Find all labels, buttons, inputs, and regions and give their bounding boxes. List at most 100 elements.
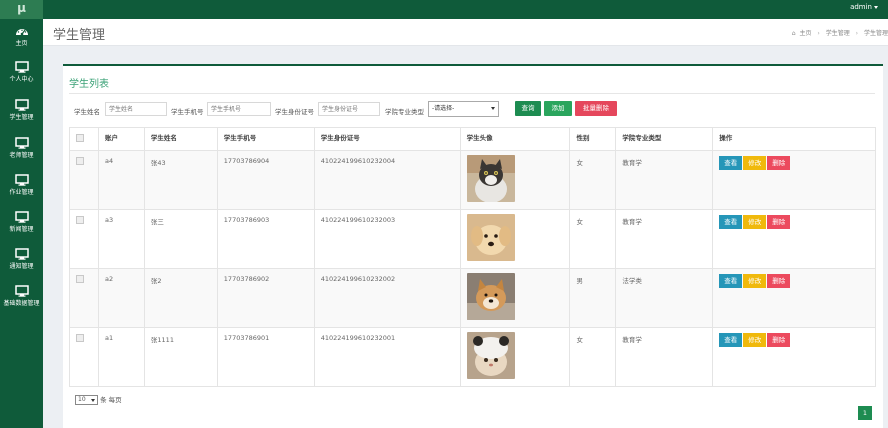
sidebar-item-label: 新闻管理 xyxy=(9,226,34,233)
row-select-cell xyxy=(69,150,99,210)
edit-button[interactable]: 修改 xyxy=(743,215,767,229)
student-table: 账户 学生姓名 学生手机号 学生身份证号 学生头像 性别 学院专业类型 操作 a… xyxy=(69,127,876,387)
monitor-icon xyxy=(14,285,29,297)
phone-search-input[interactable] xyxy=(207,102,271,116)
sidebar-item-profile[interactable]: 个人中心 xyxy=(0,57,43,93)
row-select-cell xyxy=(69,209,99,269)
account-cell: a4 xyxy=(97,150,145,210)
chevron-down-icon xyxy=(91,399,95,402)
sidebar-item-base-data[interactable]: 基础数据管理 xyxy=(0,281,43,317)
sidebar-item-students[interactable]: 学生管理 xyxy=(0,95,43,131)
column-header[interactable]: 学生姓名 xyxy=(143,127,218,151)
caret-down-icon xyxy=(874,5,878,9)
row-checkbox[interactable] xyxy=(76,157,84,165)
column-header[interactable]: 学院专业类型 xyxy=(615,127,714,151)
query-button[interactable]: 查询 xyxy=(515,101,541,116)
delete-button[interactable]: 删除 xyxy=(767,215,791,229)
avatar-cell xyxy=(459,327,571,387)
delete-button[interactable]: 删除 xyxy=(767,274,791,288)
sidebar-item-label: 基础数据管理 xyxy=(3,300,40,307)
panel-title: 学生列表 xyxy=(69,79,109,90)
sidebar-item-homework[interactable]: 作业管理 xyxy=(0,170,43,206)
breadcrumb-home[interactable]: 主页 xyxy=(799,30,811,37)
actions-cell: 查看 修改 删除 xyxy=(712,150,876,210)
sidebar-item-teachers[interactable]: 老师管理 xyxy=(0,133,43,169)
id-card-cell: 410224199610232001 xyxy=(313,327,461,387)
monitor-icon xyxy=(14,99,29,111)
add-button[interactable]: 添加 xyxy=(544,101,572,116)
row-checkbox[interactable] xyxy=(76,216,84,224)
app-logo[interactable]: μ xyxy=(0,0,43,19)
pagination-page-1[interactable]: 1 xyxy=(858,406,872,420)
major-cell: 教育学 xyxy=(615,150,714,210)
view-button[interactable]: 查看 xyxy=(719,215,743,229)
major-select[interactable]: -请选择- xyxy=(428,101,499,117)
table-header-row: 账户 学生姓名 学生手机号 学生身份证号 学生头像 性别 学院专业类型 操作 xyxy=(69,127,876,151)
gender-cell: 女 xyxy=(569,327,617,387)
row-select-cell xyxy=(69,327,99,387)
id-card-cell: 410224199610232003 xyxy=(313,209,461,269)
monitor-icon xyxy=(14,61,29,73)
page-size-control: 10 条 每页 xyxy=(75,394,122,405)
sidebar-item-home[interactable]: 主页 xyxy=(0,21,43,57)
monitor-icon xyxy=(14,137,29,149)
page-title: 学生管理 xyxy=(53,28,106,43)
sidebar-item-label: 学生管理 xyxy=(9,114,34,121)
major-cell: 教育学 xyxy=(615,327,714,387)
sidebar-item-label: 老师管理 xyxy=(9,152,34,159)
name-cell: 张2 xyxy=(143,268,218,328)
gender-cell: 男 xyxy=(569,268,617,328)
row-checkbox[interactable] xyxy=(76,334,84,342)
id-card-search-input[interactable] xyxy=(318,102,380,116)
view-button[interactable]: 查看 xyxy=(719,333,743,347)
view-button[interactable]: 查看 xyxy=(719,274,743,288)
student-avatar-puppy[interactable] xyxy=(466,214,515,261)
home-icon: ⌂ xyxy=(791,30,796,37)
student-avatar-shiba[interactable] xyxy=(466,273,515,320)
major-cell: 教育学 xyxy=(615,209,714,269)
gender-cell: 女 xyxy=(569,209,617,269)
name-cell: 张1111 xyxy=(143,327,218,387)
column-header[interactable]: 性别 xyxy=(569,127,617,151)
edit-button[interactable]: 修改 xyxy=(743,274,767,288)
edit-button[interactable]: 修改 xyxy=(743,333,767,347)
delete-button[interactable]: 删除 xyxy=(767,333,791,347)
avatar-cell xyxy=(459,209,571,269)
row-checkbox[interactable] xyxy=(76,275,84,283)
user-name: admin xyxy=(850,3,872,11)
column-header[interactable]: 学生身份证号 xyxy=(313,127,461,151)
avatar-cell xyxy=(459,150,571,210)
student-avatar-cat[interactable] xyxy=(466,155,515,202)
student-avatar-cat-hat[interactable] xyxy=(466,332,515,379)
table-row: a4 张43 17703786904 410224199610232004 女 … xyxy=(69,150,876,210)
sidebar-item-notices[interactable]: 通知管理 xyxy=(0,244,43,280)
select-all-cell xyxy=(69,127,99,151)
select-all-checkbox[interactable] xyxy=(76,134,84,142)
table-row: a3 张三 17703786903 410224199610232003 女 教… xyxy=(69,209,876,269)
avatar-cell xyxy=(459,268,571,328)
delete-button[interactable]: 删除 xyxy=(767,156,791,170)
sidebar-item-news[interactable]: 新闻管理 xyxy=(0,207,43,243)
page-header: 学生管理 ⌂ 主页 › 学生管理 › 学生管理 xyxy=(43,19,888,46)
column-header[interactable]: 学生头像 xyxy=(459,127,571,151)
user-menu[interactable]: admin xyxy=(850,2,878,12)
gender-cell: 女 xyxy=(569,150,617,210)
breadcrumb-section[interactable]: 学生管理 xyxy=(826,30,850,37)
sidebar: 主页 个人中心 学生管理 老师管理 作业管理 新闻管理 通知管理 基础数据管理 xyxy=(0,19,43,428)
row-select-cell xyxy=(69,268,99,328)
column-header[interactable]: 账户 xyxy=(97,127,145,151)
phone-cell: 17703786903 xyxy=(216,209,315,269)
monitor-icon xyxy=(14,174,29,186)
column-header[interactable]: 学生手机号 xyxy=(216,127,315,151)
batch-delete-button[interactable]: 批量删除 xyxy=(575,101,617,116)
edit-button[interactable]: 修改 xyxy=(743,156,767,170)
monitor-icon xyxy=(14,248,29,260)
page-size-select[interactable]: 10 xyxy=(75,395,98,405)
name-cell: 张43 xyxy=(143,150,218,210)
dashboard-icon xyxy=(15,29,28,36)
name-search-input[interactable] xyxy=(105,102,167,116)
actions-cell: 查看 修改 删除 xyxy=(712,327,876,387)
monitor-icon xyxy=(14,211,29,223)
view-button[interactable]: 查看 xyxy=(719,156,743,170)
sidebar-item-label: 主页 xyxy=(15,40,28,47)
